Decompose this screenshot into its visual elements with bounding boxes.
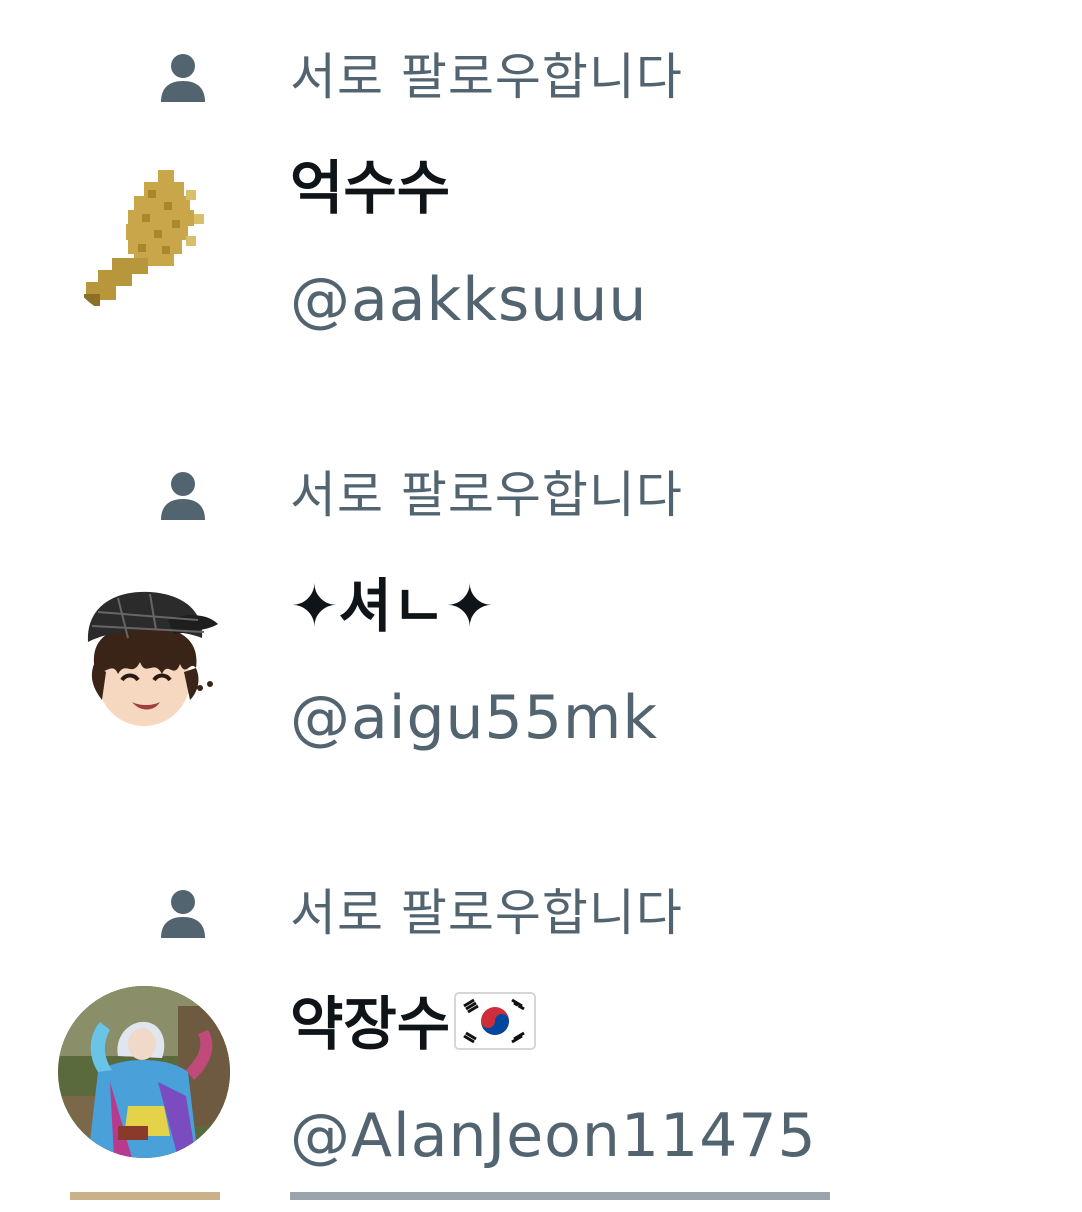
user-handle[interactable]: @AlanJeon11475 [290,1096,817,1176]
avatar[interactable] [58,986,230,1158]
social-context: 서로 팔로우합니다 [160,38,860,118]
person-icon [161,472,205,520]
list-item[interactable]: 서로 팔로우합니다 [0,38,1082,358]
social-context-label: 서로 팔로우합니다 [290,466,683,524]
costume-photo-avatar-image [58,986,230,1158]
social-context: 서로 팔로우합니다 [160,456,860,536]
social-context: 서로 팔로우합니다 [160,874,860,954]
display-name[interactable]: ✦셔ㄴ✦ [290,566,494,646]
display-name[interactable]: 억수수 [290,148,450,228]
person-icon [161,54,205,102]
user-handle[interactable]: @aigu55mk [290,678,658,758]
pixel-corn-avatar-image [58,150,230,322]
display-name[interactable]: 약장수 [290,984,537,1064]
avatar[interactable] [58,568,230,740]
partial-row [70,1192,830,1200]
cartoon-boy-cap-avatar-image [58,568,230,740]
avatar[interactable] [58,150,230,322]
display-name-text: 약장수 [290,990,451,1058]
user-handle[interactable]: @aakksuuu [290,260,647,340]
social-context-label: 서로 팔로우합니다 [290,48,683,106]
list-item[interactable]: 서로 팔로우합니다 [0,456,1082,776]
list-item[interactable]: 서로 팔로우합니다 약장수 @AlanJeon11475 [0,874,1082,1194]
social-context-label: 서로 팔로우합니다 [290,884,683,942]
person-icon [161,890,205,938]
follow-list: 서로 팔로우합니다 억수수 @aakksuuu 서로 팔로우합니다 ✦셔ㄴ✦ @… [0,0,1082,1200]
south-korea-flag-icon [454,992,537,1050]
list-item[interactable] [0,1192,1082,1212]
